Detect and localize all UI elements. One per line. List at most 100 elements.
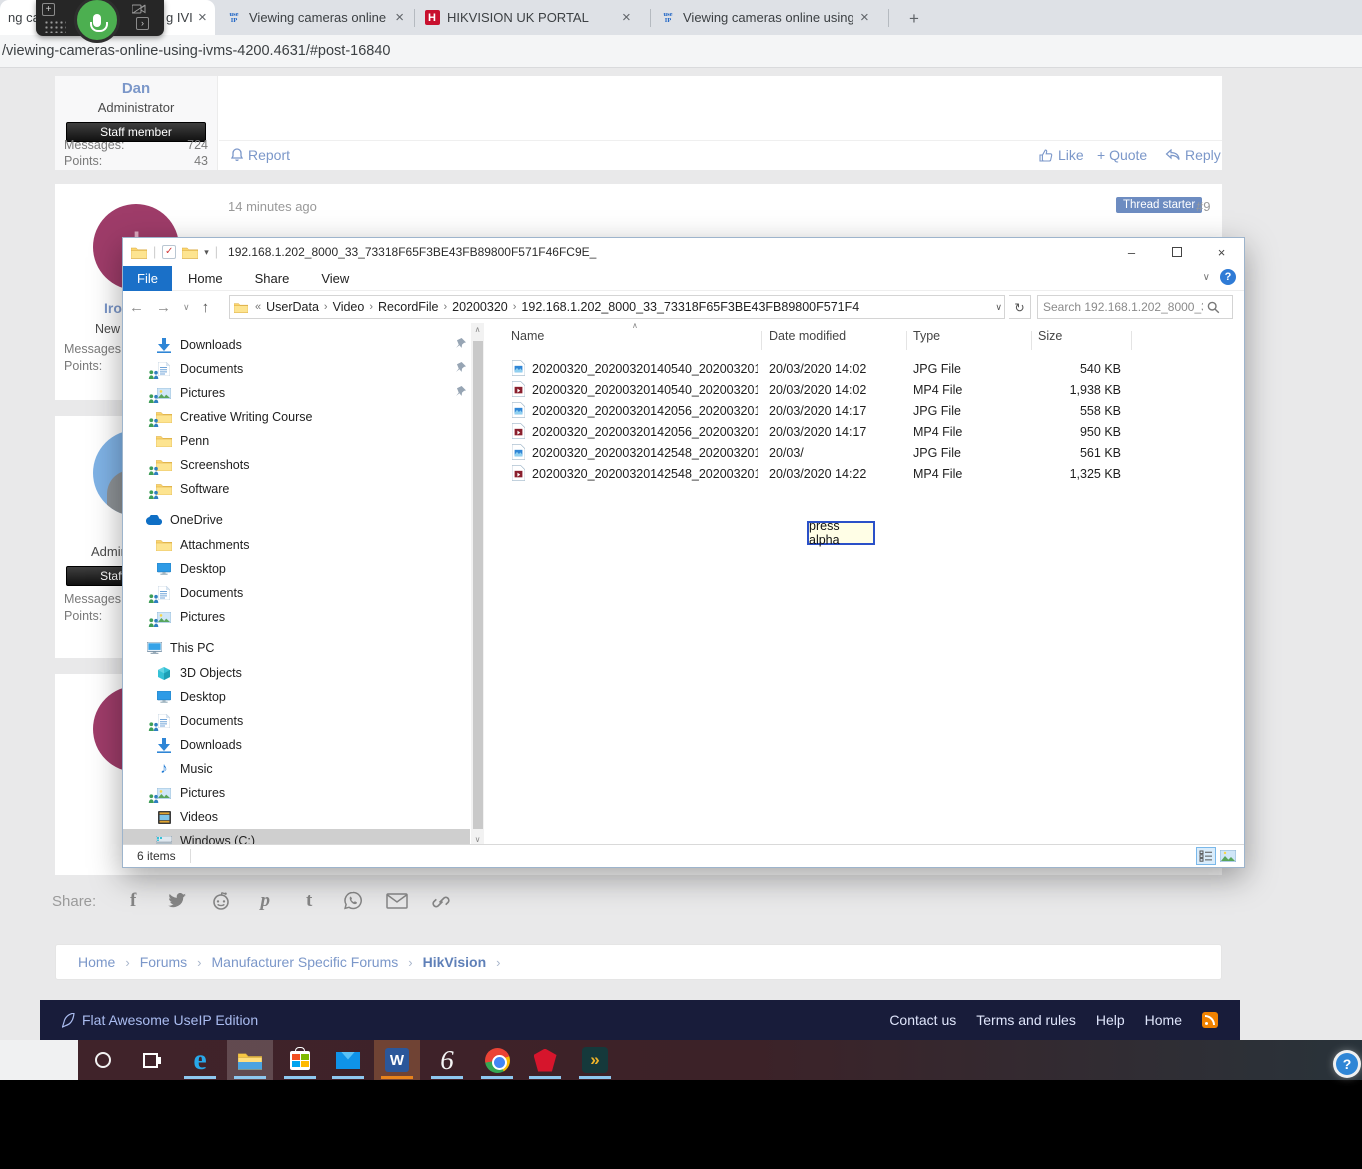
file-row[interactable]: 20200320_20200320142548_202003201425... … [486, 463, 1244, 484]
webcam-off-icon[interactable] [132, 4, 146, 14]
nav-item-documents[interactable]: Documents [123, 357, 470, 381]
tab-close-icon[interactable]: × [622, 10, 631, 25]
details-view-icon[interactable] [1196, 847, 1216, 865]
reply-link[interactable]: Reply [1165, 147, 1221, 163]
share-link-icon[interactable] [430, 890, 452, 912]
menu-home[interactable]: Home [172, 271, 239, 286]
nav-item-3d-objects[interactable]: 3D Objects [123, 661, 470, 685]
recorder-add-icon[interactable]: + [42, 3, 55, 16]
column-type[interactable]: Type [913, 329, 940, 343]
email-icon[interactable] [386, 890, 408, 912]
red-app-button[interactable] [522, 1040, 568, 1080]
back-icon[interactable]: ← [123, 299, 150, 316]
edge-button[interactable]: e [177, 1040, 223, 1080]
address-bar[interactable]: « UserData › Video › RecordFile › 202003… [229, 295, 1005, 319]
footer-link-contact[interactable]: Contact us [889, 1012, 956, 1028]
recent-locations-icon[interactable]: ∨ [177, 302, 196, 313]
twitter-icon[interactable] [166, 890, 188, 912]
facebook-icon[interactable]: f [122, 890, 144, 912]
tab-hikvision-portal[interactable]: H HIKVISION UK PORTAL × [416, 0, 648, 35]
tab-close-icon[interactable]: × [860, 10, 869, 25]
report-link[interactable]: Report [231, 147, 290, 163]
whatsapp-icon[interactable] [342, 890, 364, 912]
nav-item-software[interactable]: Software [123, 477, 470, 501]
post-timestamp[interactable]: 14 minutes ago [228, 199, 317, 214]
menu-share[interactable]: Share [239, 271, 306, 286]
new-folder-icon[interactable] [182, 246, 198, 259]
quote-link[interactable]: + Quote [1097, 147, 1147, 163]
file-row[interactable]: 20200320_20200320142056_202003201420... … [486, 400, 1244, 421]
tab-viewing-cameras-2[interactable]: useIP Viewing cameras online using IVI × [652, 0, 886, 35]
footer-brand[interactable]: Flat Awesome UseIP Edition [62, 1012, 258, 1028]
address-dropdown-icon[interactable]: ∨ [995, 296, 1002, 318]
close-button[interactable]: × [1199, 238, 1244, 266]
new-tab-button[interactable]: + [903, 8, 925, 30]
minimize-button[interactable]: – [1109, 238, 1154, 266]
file-row[interactable]: 20200320_20200320142548_202003201425... … [486, 442, 1244, 463]
pinterest-icon[interactable]: p [254, 890, 276, 912]
crumb-userdata[interactable]: UserData [264, 300, 321, 314]
breadcrumb-forums[interactable]: Forums [140, 954, 187, 970]
nav-scrollbar[interactable]: ∧ ∨ [471, 323, 484, 846]
nav-item-this-pc[interactable]: This PC [123, 636, 470, 660]
reddit-icon[interactable] [210, 890, 232, 912]
footer-link-home[interactable]: Home [1145, 1012, 1182, 1028]
crumb-date[interactable]: 20200320 [450, 300, 510, 314]
nav-item-pictures[interactable]: Pictures [123, 381, 470, 405]
up-icon[interactable]: ↑ [196, 299, 216, 316]
nav-item-onedrive[interactable]: OneDrive [123, 508, 470, 532]
crumb-recordfile[interactable]: RecordFile [376, 300, 440, 314]
nav-item-creative-writing-course[interactable]: Creative Writing Course [123, 405, 470, 429]
help-bubble-button[interactable]: ? [1336, 1053, 1358, 1075]
breadcrumb-section[interactable]: Manufacturer Specific Forums [212, 954, 399, 970]
store-button[interactable] [277, 1040, 323, 1080]
footer-link-terms[interactable]: Terms and rules [976, 1012, 1076, 1028]
username-link[interactable]: Dan [55, 80, 217, 97]
post-number[interactable]: #9 [1196, 199, 1210, 214]
browser-address-bar[interactable]: /viewing-cameras-online-using-ivms-4200.… [0, 35, 1362, 68]
tab-close-icon[interactable]: × [198, 10, 207, 25]
username-link[interactable]: Iro [104, 300, 122, 316]
nav-item-screenshots[interactable]: Screenshots [123, 453, 470, 477]
column-date[interactable]: Date modified [769, 329, 846, 343]
scrollbar-thumb[interactable] [473, 341, 483, 829]
nav-item-music[interactable]: ♪ Music [123, 757, 470, 781]
search-input[interactable] [1043, 300, 1203, 314]
crumb-camera-folder[interactable]: 192.168.1.202_8000_33_73318F65F3BE43FB89… [519, 300, 861, 314]
nav-item-documents-onedrive[interactable]: Documents [123, 581, 470, 605]
file-row[interactable]: 20200320_20200320142056_202003201420... … [486, 421, 1244, 442]
nav-item-attachments[interactable]: Attachments [123, 533, 470, 557]
help-icon[interactable]: ? [1220, 269, 1236, 285]
qat-customize-icon[interactable]: ▾ [204, 247, 209, 258]
chrome-button[interactable] [474, 1040, 520, 1080]
scroll-down-icon[interactable]: ∨ [471, 835, 484, 844]
menu-file[interactable]: File [123, 266, 172, 291]
nav-item-desktop-pc[interactable]: Desktop [123, 685, 470, 709]
nav-item-pictures-pc[interactable]: Pictures [123, 781, 470, 805]
thumbnail-view-icon[interactable] [1218, 847, 1238, 865]
search-box[interactable] [1037, 295, 1233, 319]
chevron-app-button[interactable]: » [572, 1040, 618, 1080]
nav-item-penn[interactable]: Penn [123, 429, 470, 453]
like-link[interactable]: Like [1039, 147, 1084, 163]
six-app-button[interactable]: 6 [424, 1040, 470, 1080]
tab-close-icon[interactable]: × [395, 10, 404, 25]
cortana-button[interactable] [80, 1040, 126, 1080]
recorder-drag-handle[interactable] [44, 20, 66, 33]
menu-view[interactable]: View [305, 271, 365, 286]
column-name[interactable]: Name [511, 329, 544, 343]
nav-item-desktop[interactable]: Desktop [123, 557, 470, 581]
maximize-button[interactable] [1154, 238, 1199, 266]
file-row[interactable]: 20200320_20200320140540_202003201405... … [486, 358, 1244, 379]
column-size[interactable]: Size [1038, 329, 1062, 343]
breadcrumb-home[interactable]: Home [78, 954, 115, 970]
nav-item-pictures-onedrive[interactable]: Pictures [123, 605, 470, 629]
rss-icon[interactable] [1202, 1012, 1218, 1028]
properties-check-icon[interactable]: ✓ [162, 245, 176, 259]
forward-icon[interactable]: → [150, 299, 177, 316]
file-explorer-button[interactable] [227, 1040, 273, 1080]
task-view-button[interactable] [127, 1040, 173, 1080]
file-row[interactable]: 20200320_20200320140540_202003201405... … [486, 379, 1244, 400]
nav-item-downloads-pc[interactable]: Downloads [123, 733, 470, 757]
explorer-title-bar[interactable]: | ✓ ▾ | 192.168.1.202_8000_33_73318F65F3… [123, 238, 1244, 266]
